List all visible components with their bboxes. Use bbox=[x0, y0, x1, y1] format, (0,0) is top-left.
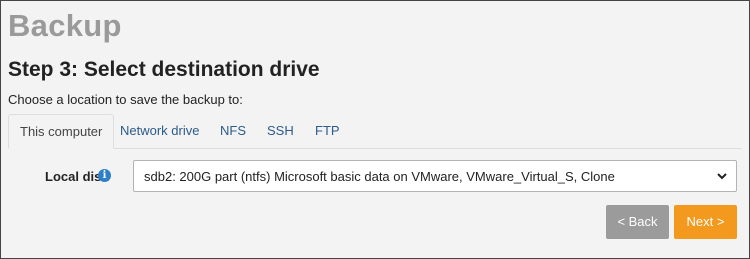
tab-nfs[interactable]: NFS bbox=[220, 114, 246, 148]
step-instructions: Choose a location to save the backup to: bbox=[8, 92, 243, 107]
local-disk-selected-value: sdb2: 200G part (ntfs) Microsoft basic d… bbox=[144, 169, 615, 184]
page-title: Backup bbox=[8, 8, 122, 43]
back-button[interactable]: < Back bbox=[606, 205, 669, 239]
local-disk-select[interactable]: sdb2: 200G part (ntfs) Microsoft basic d… bbox=[133, 160, 737, 192]
next-button[interactable]: Next > bbox=[674, 205, 737, 239]
tab-network-drive[interactable]: Network drive bbox=[120, 114, 199, 148]
local-disk-row: Local disk i sdb2: 200G part (ntfs) Micr… bbox=[0, 160, 750, 192]
tab-ftp[interactable]: FTP bbox=[315, 114, 340, 148]
chevron-down-icon bbox=[717, 173, 727, 180]
tab-this-computer[interactable]: This computer bbox=[8, 114, 115, 149]
tab-ssh[interactable]: SSH bbox=[267, 114, 294, 148]
info-icon[interactable]: i bbox=[98, 169, 111, 182]
step-title: Step 3: Select destination drive bbox=[8, 58, 320, 81]
destination-tabs: This computer Network drive NFS SSH FTP bbox=[8, 114, 742, 149]
